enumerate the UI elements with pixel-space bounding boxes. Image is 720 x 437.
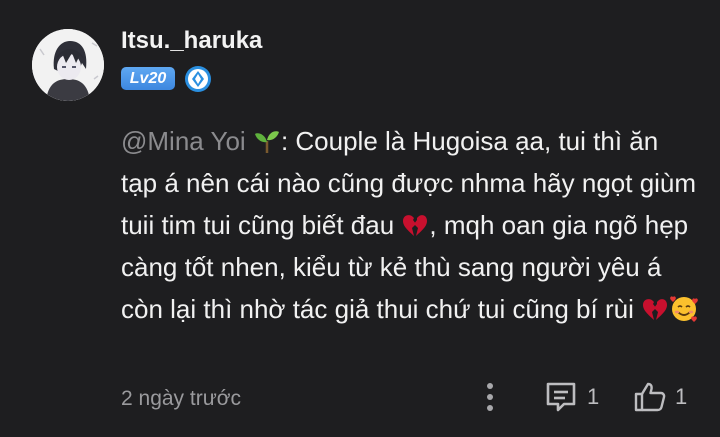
diamond-rank-icon: [184, 65, 212, 93]
smiling-face-with-hearts-icon: [669, 293, 698, 322]
comment-timestamp: 2 ngày trước: [121, 387, 242, 410]
reply-button[interactable]: 1: [544, 380, 599, 414]
like-button[interactable]: 1: [633, 380, 687, 414]
vertical-dots-icon: [487, 383, 493, 411]
more-options-button[interactable]: [478, 380, 502, 414]
thumbs-up-icon: [634, 382, 666, 412]
like-count: 1: [675, 384, 688, 409]
reply-count: 1: [587, 384, 600, 409]
mention-link[interactable]: @Mina Yoi: [121, 126, 281, 156]
broken-heart-icon: [401, 209, 429, 237]
level-badge: Lv20: [121, 67, 175, 90]
comment-body: @Mina Yoi : Couple là Hugoisa ạa, tui th…: [121, 120, 701, 330]
broken-heart-icon: [641, 293, 669, 321]
seedling-icon: [253, 125, 281, 153]
comment-icon: [546, 382, 576, 412]
username[interactable]: Itsu._haruka: [121, 27, 262, 55]
anime-avatar-icon: [32, 29, 104, 101]
avatar[interactable]: [32, 29, 104, 101]
